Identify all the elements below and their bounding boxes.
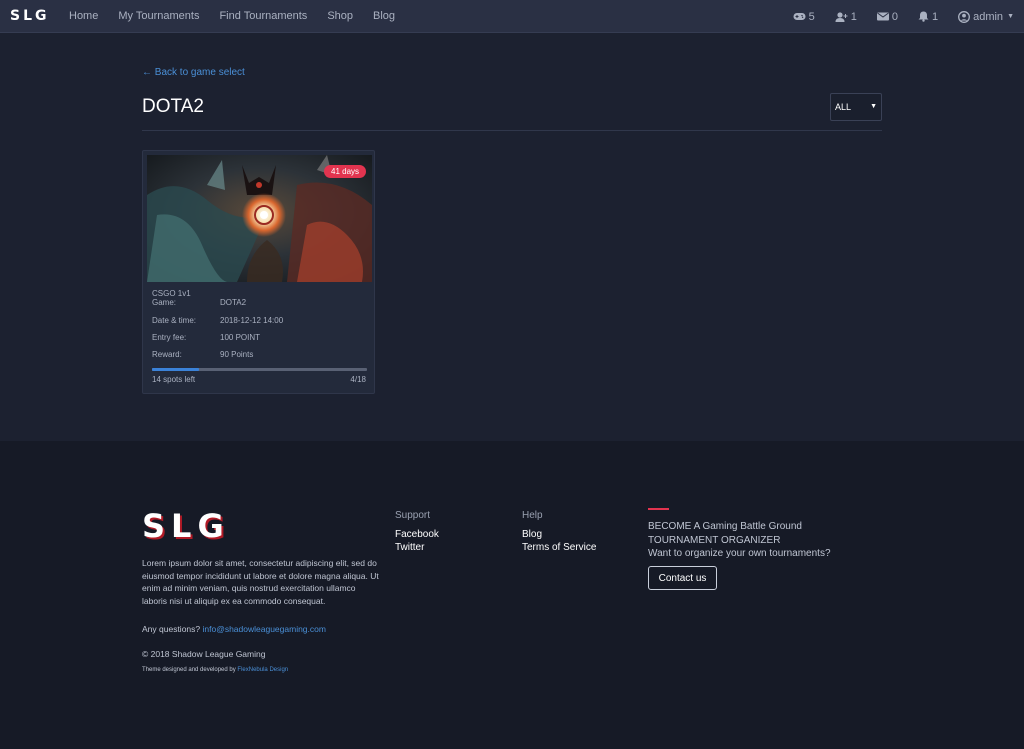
messages-stat[interactable]: 0 (876, 10, 898, 23)
bell-icon (918, 11, 929, 22)
footer-link-facebook[interactable]: Facebook (395, 529, 439, 540)
footer-about-text: Lorem ipsum dolor sit amet, consectetur … (142, 558, 379, 606)
nav-link-find-tournaments[interactable]: Find Tournaments (219, 10, 307, 22)
brand-logo[interactable]: SLG (10, 8, 50, 24)
credit-link[interactable]: FlexNebula Design (237, 667, 288, 673)
participants-count: 4/18 (350, 375, 366, 384)
gamepad-icon (793, 13, 806, 20)
cta-line-3: Want to organize your own tournaments? (648, 548, 831, 559)
tournament-image: 41 days (147, 155, 372, 282)
slg-logo: SLG SLG (142, 507, 230, 547)
contact-us-button[interactable]: Contact us (648, 566, 717, 590)
support-heading: Support (395, 510, 431, 521)
nav-link-home[interactable]: Home (69, 10, 98, 22)
detail-label: Game: (152, 298, 177, 307)
caret-down-icon: ▼ (1007, 13, 1014, 20)
detail-value: 100 POINT (220, 333, 261, 342)
accent-line (648, 508, 669, 510)
detail-label: Date & time: (152, 316, 197, 325)
organizer-cta: BECOME A Gaming Battle Ground TOURNAMENT… (648, 520, 848, 561)
messages-count: 0 (891, 10, 898, 23)
spots-left: 14 spots left (152, 375, 196, 384)
theme-credit: Theme designed and developed by FlexNebu… (142, 667, 288, 673)
detail-value: 2018-12-12 14:00 (220, 316, 284, 325)
notifications-count: 1 (931, 10, 939, 23)
questions-label: Any questions? (142, 624, 201, 634)
filter-select[interactable]: ALL ▼ (830, 93, 882, 121)
cta-line-2: TOURNAMENT ORGANIZER (648, 534, 781, 546)
credit-label: Theme designed and developed by (142, 667, 236, 673)
detail-value: DOTA2 (220, 298, 247, 307)
svg-text:SLG: SLG (142, 511, 230, 543)
spots-progress-fill (152, 368, 200, 371)
detail-value: 90 Points (220, 350, 254, 359)
nav-link-blog[interactable]: Blog (373, 10, 395, 22)
envelope-icon (876, 12, 889, 21)
footer-link-blog[interactable]: Blog (522, 529, 542, 540)
tournament-card[interactable]: 41 days CSGO 1v1 Game: DOTA2 Date & time… (142, 150, 375, 394)
footer-logo: SLG SLG (142, 507, 242, 548)
friends-stat[interactable]: 1 (835, 11, 857, 23)
title-divider (142, 130, 882, 131)
copyright: © 2018 Shadow League Gaming (142, 649, 266, 659)
brand-text: SLG (10, 8, 50, 24)
cta-line-1: BECOME A Gaming Battle Ground (648, 521, 802, 532)
detail-label: Reward: (152, 350, 182, 359)
select-arrow-icon: ▼ (870, 103, 877, 110)
username: admin (973, 10, 1004, 23)
nav-right: 5 1 0 1 admin ▼ (773, 0, 1014, 33)
games-count: 5 (808, 10, 815, 23)
user-plus-icon (835, 11, 848, 22)
detail-label: Entry fee: (152, 333, 187, 342)
footer-link-twitter[interactable]: Twitter (395, 542, 424, 553)
footer-link-terms[interactable]: Terms of Service (522, 542, 596, 553)
tournament-name: CSGO 1v1 (152, 289, 191, 298)
games-stat[interactable]: 5 (793, 11, 815, 23)
spots-progress-bar (152, 368, 367, 371)
contact-email-link[interactable]: info@shadowleaguegaming.com (203, 624, 326, 634)
nav-link-my-tournaments[interactable]: My Tournaments (118, 10, 199, 22)
top-navbar: SLG Home My Tournaments Find Tournaments… (0, 0, 1024, 33)
footer-questions: Any questions? info@shadowleaguegaming.c… (142, 624, 326, 634)
back-to-game-select-link[interactable]: ← Back to game select (142, 67, 245, 78)
nav-link-shop[interactable]: Shop (327, 10, 353, 22)
help-heading: Help (522, 510, 543, 521)
user-circle-icon (958, 10, 971, 23)
days-remaining-badge: 41 days (324, 165, 367, 178)
notifications-stat[interactable]: 1 (918, 11, 938, 23)
friends-count: 1 (850, 10, 857, 23)
user-menu[interactable]: admin ▼ (958, 11, 1014, 23)
page-title: DOTA2 (142, 96, 204, 117)
filter-selected-value: ALL (835, 102, 852, 112)
nav-links: Home My Tournaments Find Tournaments Sho… (69, 10, 415, 22)
footer: SLG SLG Lorem ipsum dolor sit amet, cons… (0, 441, 1024, 749)
